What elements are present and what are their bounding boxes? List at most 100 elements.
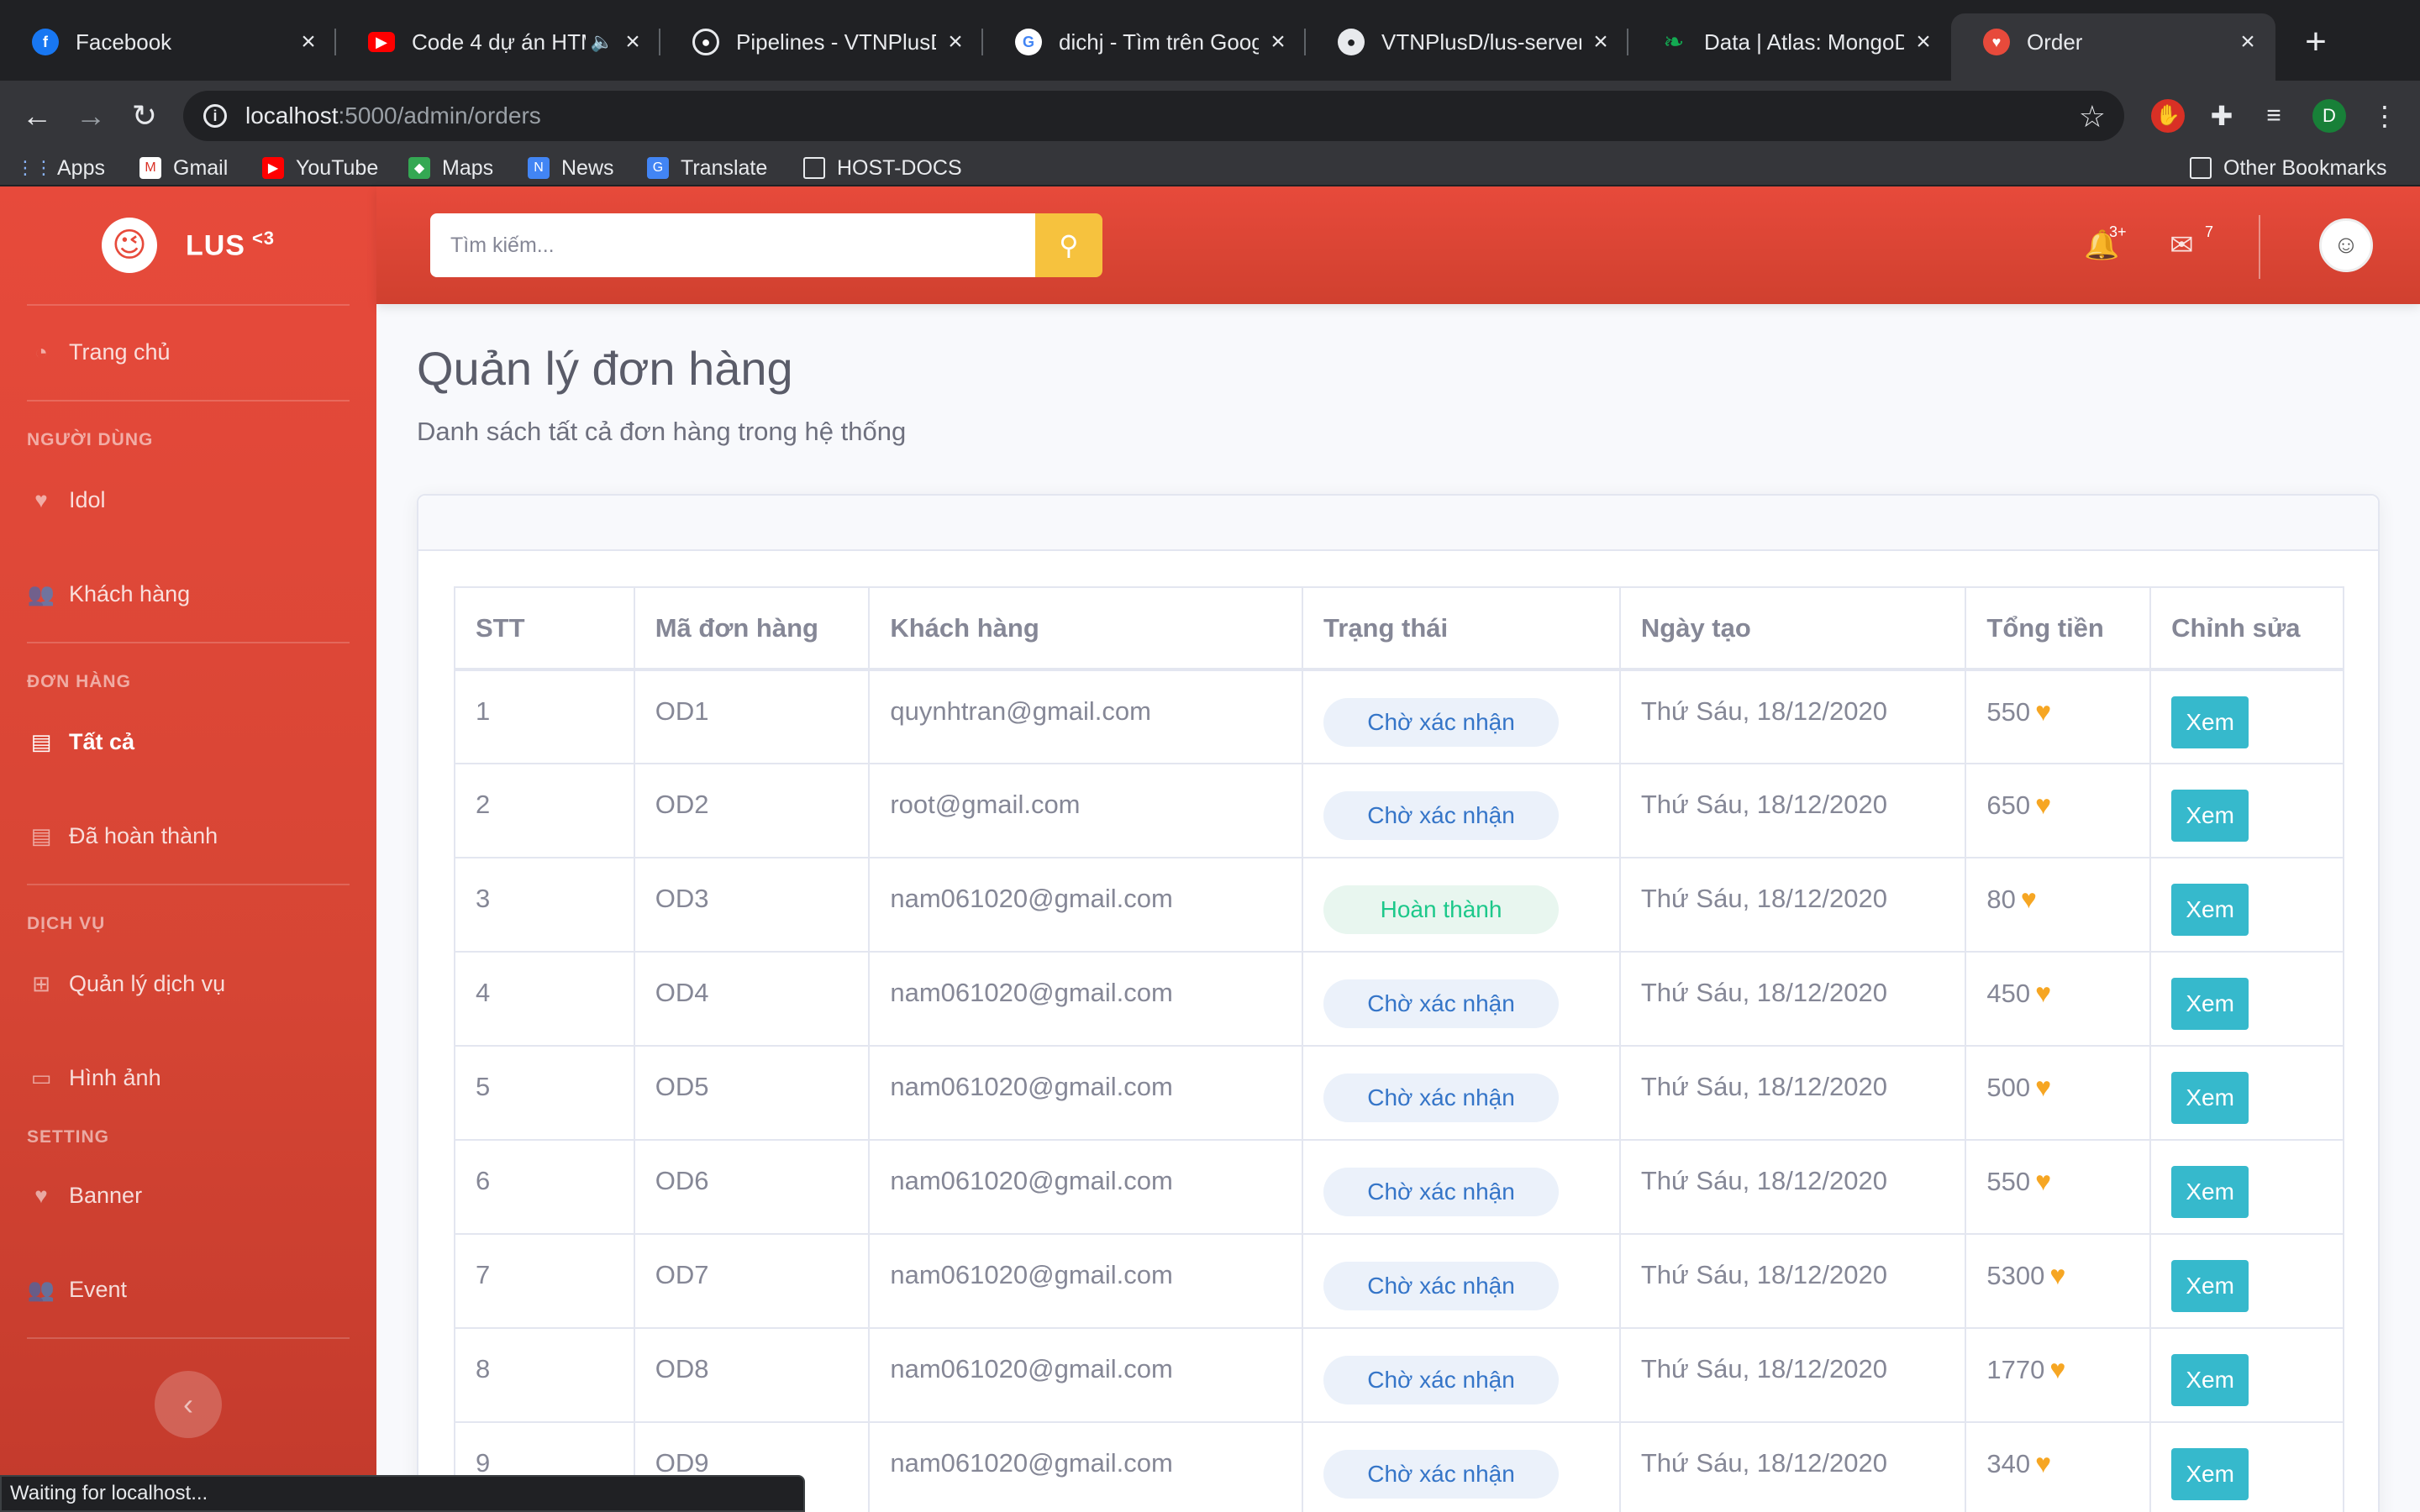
- cell-edit: Xem: [2149, 1421, 2344, 1512]
- info-icon[interactable]: i: [203, 104, 227, 128]
- view-order-button[interactable]: Xem: [2171, 1260, 2249, 1312]
- close-icon[interactable]: ×: [1588, 28, 1613, 56]
- sidebar-item-event[interactable]: 👥 Event: [27, 1277, 127, 1303]
- cell-stt: 2: [454, 763, 635, 858]
- sidebar-item-completed[interactable]: ▤ Đã hoàn thành: [27, 823, 218, 849]
- orders-table: STT Mã đơn hàng Khách hàng Trạng thái Ng…: [454, 586, 2344, 1512]
- bookmark-host-docs[interactable]: HOST-DOCS: [803, 151, 962, 185]
- chevron-left-icon: ‹: [183, 1387, 193, 1421]
- bookmark-news[interactable]: N News: [528, 151, 614, 185]
- cell-order-code: OD2: [633, 763, 871, 858]
- cell-order-code: OD5: [633, 1045, 871, 1141]
- cell-edit: Xem: [2149, 1045, 2344, 1141]
- view-order-button[interactable]: Xem: [2171, 1072, 2249, 1124]
- brand-name: LUS <3: [185, 228, 276, 262]
- sidebar-item-home[interactable]: ◔ Trang chủ: [27, 339, 170, 365]
- search-icon: ⚲: [1059, 230, 1079, 260]
- adblock-extension-icon[interactable]: ✋: [2151, 99, 2185, 133]
- heart-icon: ♥: [2035, 696, 2052, 727]
- cell-status: Chờ xác nhận: [1302, 1139, 1621, 1235]
- menu-kebab-icon[interactable]: ⋮: [2368, 99, 2402, 133]
- extensions-puzzle-icon[interactable]: ✚: [2205, 99, 2238, 133]
- browser-tab-youtube[interactable]: ▶ Code 4 dự án HTM 🔈 ×: [336, 13, 660, 71]
- cell-total: 450 ♥: [1965, 951, 2152, 1047]
- sidebar-item-images[interactable]: ▭ Hình ảnh: [27, 1065, 161, 1091]
- browser-status-bar: Waiting for localhost...: [0, 1475, 805, 1512]
- cell-stt: 5: [454, 1045, 635, 1141]
- table-row: 5 OD5 nam061020@gmail.com Chờ xác nhận Thứ S…: [454, 1045, 2344, 1141]
- view-order-button[interactable]: Xem: [2171, 884, 2249, 936]
- media-queue-icon[interactable]: ≡: [2257, 99, 2291, 133]
- cell-date: Thứ Sáu, 18/12/2020: [1618, 763, 1967, 858]
- view-order-button[interactable]: Xem: [2171, 1166, 2249, 1218]
- sidebar-item-customers[interactable]: 👥 Khách hàng: [27, 581, 190, 607]
- status-badge: Chờ xác nhận: [1323, 1450, 1560, 1499]
- sidebar: 😉 LUS <3 ◔ Trang chủ NGƯỜI DÙNG ♥ Idol 👥 …: [0, 186, 376, 1512]
- browser-tab-github[interactable]: ● VTNPlusD/lus-server ×: [1306, 13, 1628, 71]
- browser-tab-pipelines[interactable]: ● Pipelines - VTNPlusD/ ×: [660, 13, 983, 71]
- browser-tab-google[interactable]: G dichj - Tìm trên Google ×: [983, 13, 1306, 71]
- user-avatar[interactable]: ☺: [2319, 218, 2373, 272]
- sidebar-item-services[interactable]: ⊞ Quản lý dịch vụ: [27, 971, 225, 997]
- close-icon[interactable]: ×: [943, 28, 968, 56]
- search-button[interactable]: ⚲: [1035, 213, 1102, 277]
- youtube-icon: ▶: [262, 157, 284, 179]
- heart-icon: ♥: [2049, 1260, 2066, 1290]
- sidebar-item-idol[interactable]: ♥ Idol: [27, 487, 105, 513]
- cell-order-code: OD1: [633, 669, 871, 764]
- view-order-button[interactable]: Xem: [2171, 978, 2249, 1030]
- close-icon[interactable]: ×: [620, 28, 645, 56]
- brand[interactable]: 😉 LUS <3: [0, 186, 376, 304]
- bookmark-maps[interactable]: ◆ Maps: [408, 151, 493, 185]
- browser-tab-facebook[interactable]: f Facebook ×: [0, 13, 336, 71]
- column-header-date: Ngày tạo: [1618, 586, 1967, 671]
- cell-total: 550 ♥: [1965, 1139, 2152, 1235]
- new-tab-button[interactable]: +: [2296, 22, 2336, 62]
- tab-label: Order: [2027, 29, 2083, 55]
- cell-stt: 3: [454, 857, 635, 953]
- bookmark-apps[interactable]: ⋮⋮ Apps: [16, 151, 105, 185]
- cell-date: Thứ Sáu, 18/12/2020: [1618, 1327, 1967, 1423]
- close-icon[interactable]: ×: [1911, 28, 1936, 56]
- view-order-button[interactable]: Xem: [2171, 790, 2249, 842]
- bookmark-translate[interactable]: G Translate: [647, 151, 767, 185]
- profile-avatar[interactable]: D: [2312, 99, 2346, 133]
- browser-tab-mongodb[interactable]: ❧ Data | Atlas: MongoDB ×: [1628, 13, 1951, 71]
- forward-arrow-icon[interactable]: →: [71, 96, 111, 136]
- speaker-icon[interactable]: 🔈: [591, 31, 613, 53]
- sidebar-item-label: Hình ảnh: [69, 1065, 161, 1090]
- browser-tab-order[interactable]: ♥ Order ×: [1951, 13, 2275, 81]
- bookmark-gmail[interactable]: M Gmail: [139, 151, 228, 185]
- cell-customer: nam061020@gmail.com: [868, 857, 1304, 953]
- cell-stt: 8: [454, 1327, 635, 1423]
- youtube-icon: ▶: [368, 32, 395, 52]
- close-icon[interactable]: ×: [2235, 28, 2260, 56]
- back-arrow-icon[interactable]: ←: [17, 96, 57, 136]
- column-header-order-code: Mã đơn hàng: [633, 586, 871, 671]
- view-order-button[interactable]: Xem: [2171, 1354, 2249, 1406]
- heart-favicon-icon: ♥: [1983, 29, 2010, 55]
- reload-icon[interactable]: ↻: [124, 96, 165, 136]
- close-icon[interactable]: ×: [296, 28, 321, 56]
- tab-label: Code 4 dự án HTM: [412, 29, 586, 55]
- sidebar-toggle-button[interactable]: ‹: [155, 1371, 222, 1438]
- cell-edit: Xem: [2149, 951, 2344, 1047]
- bookmark-other[interactable]: Other Bookmarks: [2190, 151, 2387, 185]
- sidebar-item-banner[interactable]: ♥ Banner: [27, 1183, 142, 1209]
- cell-total: 5300 ♥: [1965, 1233, 2152, 1329]
- cell-status: Chờ xác nhận: [1302, 669, 1621, 764]
- sidebar-item-all-orders[interactable]: ▤ Tất cả: [27, 729, 134, 755]
- search-input[interactable]: [450, 233, 1049, 258]
- envelope-icon[interactable]: ✉: [2170, 228, 2194, 262]
- view-order-button[interactable]: Xem: [2171, 696, 2249, 748]
- bookmark-label: Gmail: [173, 155, 229, 180]
- cell-status: Chờ xác nhận: [1302, 763, 1621, 858]
- sidebar-item-label: Tất cả: [69, 729, 135, 754]
- cell-order-code: OD7: [633, 1233, 871, 1329]
- address-bar[interactable]: i localhost:5000/admin/orders ☆: [183, 91, 2124, 141]
- close-icon[interactable]: ×: [1265, 28, 1291, 56]
- total-value: 450: [1986, 979, 2031, 1008]
- bookmark-star-icon[interactable]: ☆: [2079, 99, 2106, 134]
- bookmark-youtube[interactable]: ▶ YouTube: [262, 151, 378, 185]
- view-order-button[interactable]: Xem: [2171, 1448, 2249, 1500]
